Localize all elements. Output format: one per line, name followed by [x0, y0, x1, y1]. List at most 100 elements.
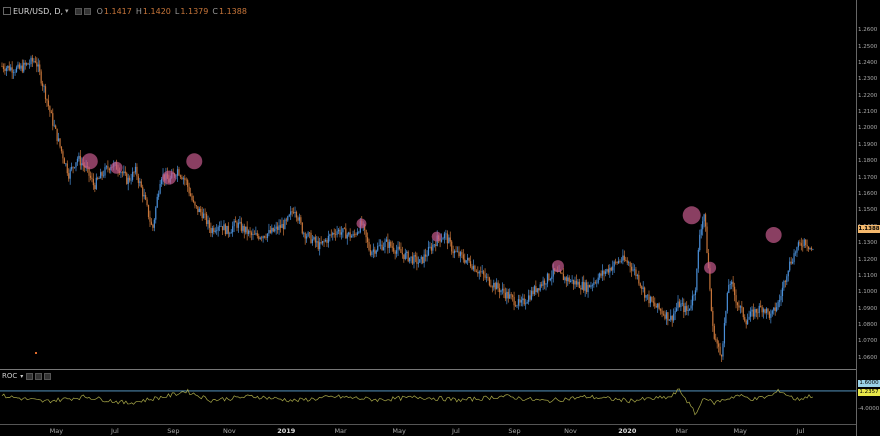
candle-body [726, 292, 728, 311]
time-axis[interactable] [0, 424, 856, 436]
candle-body [620, 260, 623, 262]
candle-body [517, 299, 520, 306]
candle-body [91, 177, 93, 179]
roc-chevron-down-icon[interactable]: ▾ [20, 373, 23, 380]
roc-label[interactable]: ROC [2, 372, 17, 380]
candle-body [731, 281, 733, 285]
candle-body [777, 301, 779, 308]
time-tick-label: Nov [223, 427, 236, 435]
candle-body [194, 201, 196, 206]
candle-body [204, 213, 206, 215]
time-tick-label: Nov [564, 427, 577, 435]
candle-body [230, 232, 232, 234]
candle-body [343, 228, 345, 229]
candle-body [542, 280, 544, 286]
price-tick-label: 1.0900 [858, 305, 878, 312]
candle-body [440, 239, 443, 242]
pane-separator[interactable] [0, 369, 856, 370]
highlight-marker [81, 153, 98, 170]
candle-body [385, 239, 388, 242]
candle-body [773, 307, 775, 311]
candle-body [472, 265, 475, 270]
candle-body [541, 284, 543, 286]
candle-body [335, 234, 337, 235]
roc-settings-icon[interactable] [35, 372, 43, 380]
candle-body [774, 307, 776, 311]
candle-body [780, 295, 782, 301]
price-chart[interactable] [0, 0, 856, 424]
candle-body [68, 173, 70, 179]
candle-body [397, 246, 399, 251]
roc-level-tag: 1.6000 [858, 380, 880, 387]
candle-body [192, 200, 195, 202]
candle-body [42, 83, 44, 87]
candle-body [351, 236, 353, 238]
candle-body [400, 248, 402, 253]
candle-body [287, 216, 289, 221]
candle-body [525, 303, 527, 305]
candle-body [401, 252, 403, 255]
candle-body [520, 300, 522, 303]
candle-body [793, 253, 795, 263]
candle-body [266, 233, 269, 238]
candle-body [681, 303, 683, 304]
roc-visibility-icon[interactable] [26, 372, 34, 380]
candle-body [214, 230, 216, 232]
highlight-marker [765, 226, 782, 243]
candle-body [324, 240, 327, 242]
candle-body [561, 272, 563, 274]
candle-body [729, 284, 731, 285]
candle-body [516, 305, 518, 307]
candle-body [770, 313, 772, 318]
candle-body [381, 244, 383, 250]
candle-body [356, 232, 359, 235]
candle-body [755, 309, 757, 313]
candle-body [462, 254, 464, 260]
price-tick-label: 1.0600 [858, 354, 878, 361]
candle-body [290, 211, 292, 215]
candle-body [543, 280, 546, 285]
candle-body [699, 234, 701, 251]
candle-body [609, 267, 611, 273]
candle-body [156, 196, 158, 208]
candle-body [232, 226, 234, 233]
candle-body [271, 227, 273, 233]
candle-body [179, 175, 182, 177]
candle-body [723, 323, 726, 344]
candle-body [201, 212, 203, 219]
candle-body [207, 220, 209, 224]
roc-close-icon[interactable] [44, 372, 52, 380]
candle-body [641, 286, 643, 289]
candle-body [349, 232, 351, 238]
candle-body [539, 284, 541, 291]
candle-body [487, 276, 489, 278]
candle-body [435, 244, 437, 247]
candle-body [259, 237, 261, 239]
candle-body [188, 186, 190, 194]
candle-body [245, 226, 247, 233]
highlight-marker [704, 261, 717, 274]
roc-axis-low: -4.0000 [858, 406, 880, 412]
candle-body [263, 236, 266, 238]
candle-body [203, 213, 205, 219]
candle-body [652, 301, 654, 303]
candle-body [261, 237, 263, 239]
candle-body [474, 265, 476, 272]
candle-body [497, 282, 499, 289]
candle-body [538, 288, 540, 291]
candle-body [377, 245, 379, 251]
candle-body [345, 228, 347, 239]
candle-body [757, 312, 759, 314]
candle-body [514, 305, 517, 307]
candle-body [665, 312, 668, 319]
candle-body [398, 246, 401, 249]
candle-body [716, 339, 718, 344]
candle-body [342, 228, 344, 233]
candle-body [229, 233, 231, 235]
candle-body [467, 257, 469, 261]
candle-body [130, 179, 132, 181]
candle-body [583, 281, 585, 291]
candle-body [217, 226, 219, 231]
candle-body [355, 233, 357, 235]
highlight-marker [162, 170, 177, 185]
